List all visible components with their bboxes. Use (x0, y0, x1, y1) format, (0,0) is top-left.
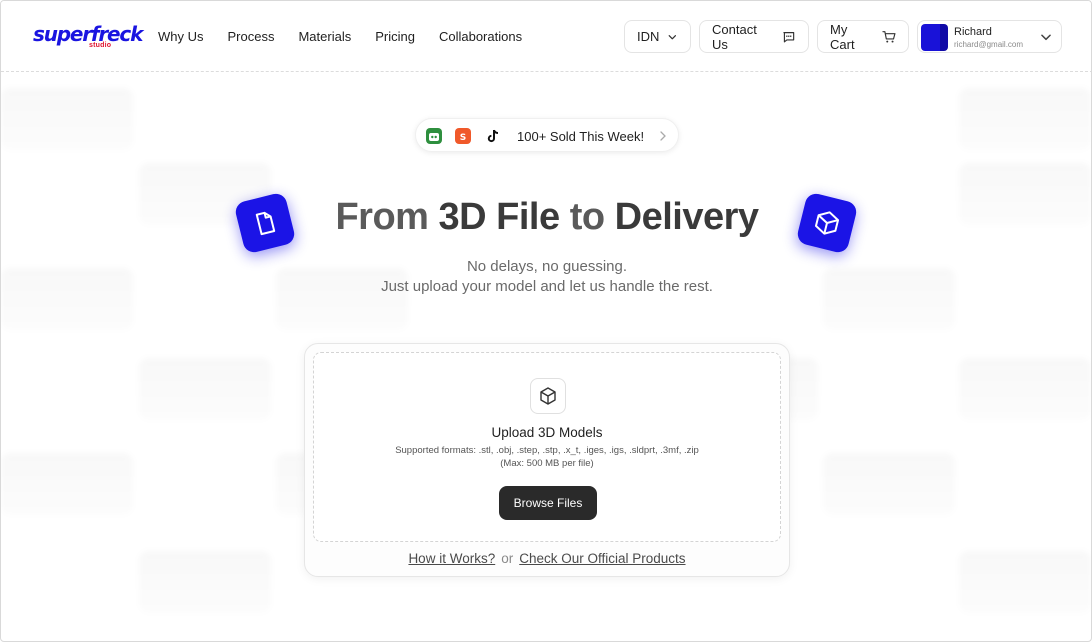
chevron-right-icon (660, 131, 666, 141)
nav-item-why-us[interactable]: Why Us (158, 29, 204, 45)
supported-formats: Supported formats: .stl, .obj, .step, .s… (395, 445, 699, 456)
official-products-link[interactable]: Check Our Official Products (519, 551, 685, 566)
my-cart-button[interactable]: My Cart (817, 20, 909, 53)
help-links: How it Works? or Check Our Official Produc… (305, 551, 789, 566)
badge-text: 100+ Sold This Week! (517, 129, 645, 144)
hero-subtitle: No delays, no guessing. Just upload your… (1, 257, 1091, 297)
svg-text:S: S (460, 133, 466, 143)
language-selector[interactable]: IDN (624, 20, 691, 53)
logo-wordmark: superfreck (33, 22, 143, 46)
avatar (921, 24, 948, 51)
hero-title-part2: to (559, 196, 615, 238)
chevron-down-icon (1041, 34, 1051, 41)
nav-item-collaborations[interactable]: Collaborations (439, 29, 522, 45)
how-it-works-link[interactable]: How it Works? (408, 551, 495, 566)
hero-title: From 3D File to Delivery (1, 194, 1091, 240)
tiktok-icon (485, 128, 501, 144)
logo-subtext: studio (89, 42, 112, 49)
chevron-down-icon (668, 34, 677, 39)
nav-item-pricing[interactable]: Pricing (375, 29, 415, 45)
upload-title: Upload 3D Models (491, 425, 603, 440)
max-file-size: (Max: 500 MB per file) (500, 458, 594, 469)
hero-title-bold1: 3D File (438, 196, 561, 238)
language-value: IDN (637, 29, 660, 44)
top-header: superfreck studio Why Us Process Materia… (1, 1, 1091, 72)
hero-subtitle-line1: No delays, no guessing. (466, 258, 628, 275)
upload-dropzone[interactable]: Upload 3D Models Supported formats: .stl… (313, 352, 781, 542)
user-menu[interactable]: Richard richard@gmail.com (917, 20, 1062, 53)
my-cart-label: My Cart (830, 21, 855, 52)
nav-item-materials[interactable]: Materials (298, 29, 351, 45)
brand-logo[interactable]: superfreck studio (33, 22, 143, 53)
hero-title-part1: From (335, 196, 439, 238)
upload-card: Upload 3D Models Supported formats: .stl… (304, 343, 790, 577)
main-nav: Why Us Process Materials Pricing Collabo… (158, 29, 546, 45)
cube-icon (530, 378, 566, 414)
browse-files-button[interactable]: Browse Files (499, 486, 597, 520)
contact-us-label: Contact Us (712, 21, 757, 52)
contact-us-button[interactable]: Contact Us (699, 20, 809, 53)
user-email: richard@gmail.com (954, 40, 1024, 49)
or-separator: or (501, 551, 514, 566)
page-frame: superfreck studio Why Us Process Materia… (0, 0, 1092, 642)
nav-item-process[interactable]: Process (228, 29, 275, 45)
cart-icon (882, 30, 896, 43)
user-name: Richard (954, 26, 992, 38)
sales-badge[interactable]: S 100+ Sold This Week! (415, 118, 679, 152)
message-icon (783, 31, 795, 42)
hero-subtitle-line2: Just upload your model and let us handle… (381, 278, 713, 295)
shopee-icon: S (455, 128, 471, 144)
hero-title-bold2: Delivery (614, 196, 759, 238)
tokopedia-icon (426, 128, 442, 144)
